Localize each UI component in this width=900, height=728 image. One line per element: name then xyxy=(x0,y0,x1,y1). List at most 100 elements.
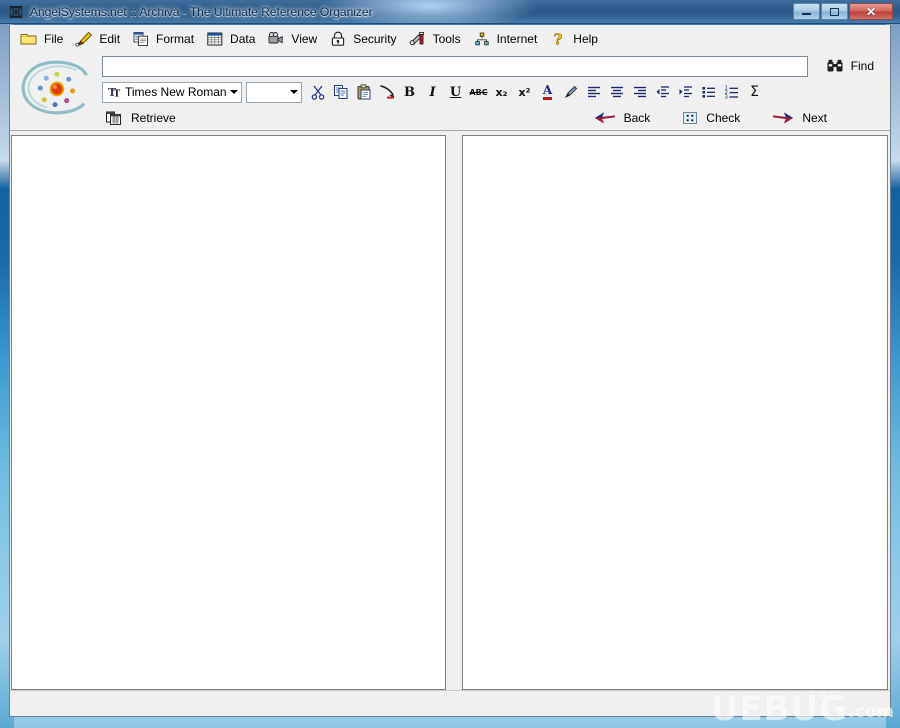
paint-format-icon xyxy=(379,85,394,99)
archiva-orbital-logo xyxy=(21,60,88,115)
strikethrough-button[interactable]: ABC xyxy=(467,81,490,103)
next-button[interactable]: Next xyxy=(769,107,834,129)
menu-item-format[interactable]: Format xyxy=(128,28,202,50)
paste-button[interactable] xyxy=(352,81,375,103)
highlighter-pen-icon xyxy=(564,85,577,99)
menu-label-internet: Internet xyxy=(496,31,538,46)
next-label: Next xyxy=(802,111,827,125)
arrow-left-icon xyxy=(594,112,615,124)
retrieve-records-icon xyxy=(106,111,121,125)
font-letter-icon: T T xyxy=(108,86,121,100)
indent-increase-button[interactable] xyxy=(674,81,697,103)
find-label: Find xyxy=(850,59,874,73)
italic-button[interactable]: I xyxy=(421,81,444,103)
copy-icon xyxy=(333,85,347,99)
underline-icon: U xyxy=(449,84,462,100)
bold-button[interactable]: B xyxy=(398,81,421,103)
sum-button[interactable]: Σ xyxy=(743,81,766,103)
minimize-button[interactable] xyxy=(793,3,820,20)
archiva-app-icon xyxy=(9,5,23,18)
underline-button[interactable]: U xyxy=(444,81,467,103)
chevron-down-icon[interactable] xyxy=(226,83,241,102)
indent-increase-icon xyxy=(679,86,692,98)
bold-icon: B xyxy=(404,84,415,100)
italic-icon: I xyxy=(429,84,436,100)
subscript-icon: x₂ xyxy=(495,85,508,99)
video-camera-icon xyxy=(268,31,284,43)
indent-decrease-button[interactable] xyxy=(651,81,674,103)
font-color-a-icon: A xyxy=(542,84,553,100)
subscript-button[interactable]: x₂ xyxy=(490,81,513,103)
format-painter-button[interactable] xyxy=(375,81,398,103)
align-right-button[interactable] xyxy=(628,81,651,103)
svg-text:?: ? xyxy=(554,31,563,47)
menu-item-data[interactable]: Data xyxy=(202,28,263,50)
back-button[interactable]: Back xyxy=(591,107,658,129)
indent-decrease-icon xyxy=(656,86,669,98)
retrieve-label: Retrieve xyxy=(131,111,176,125)
title-bar[interactable]: AngelSystems.net :: Archiva - The Ultima… xyxy=(0,0,900,24)
font-color-button[interactable]: A xyxy=(536,81,559,103)
cut-button[interactable] xyxy=(306,81,329,103)
menu-item-file[interactable]: File xyxy=(16,28,71,50)
chevron-down-icon[interactable] xyxy=(286,83,301,102)
menu-label-security: Security xyxy=(353,31,397,46)
maximize-icon xyxy=(830,7,839,16)
font-name-value: Times New Roman xyxy=(125,85,226,99)
format-toolbar: T T Times New Roman B I U ABC x₂ x² A 1 … xyxy=(102,80,766,104)
bullet-list-button[interactable] xyxy=(697,81,720,103)
folder-icon xyxy=(20,33,37,44)
font-size-dropdown[interactable] xyxy=(246,81,302,103)
align-center-icon xyxy=(610,86,623,98)
menu-label-tools: Tools xyxy=(432,31,461,46)
font-name-dropdown[interactable]: T T Times New Roman xyxy=(102,81,242,103)
menu-item-internet[interactable]: Internet xyxy=(469,28,546,50)
svg-text:3: 3 xyxy=(724,94,727,100)
padlock-icon xyxy=(332,31,345,46)
document-workspace xyxy=(10,131,890,690)
copy-button[interactable] xyxy=(329,81,352,103)
numbered-list-icon: 1 2 3 xyxy=(724,86,738,100)
menu-label-data: Data xyxy=(230,31,256,46)
check-button[interactable]: Check xyxy=(679,107,747,129)
superscript-button[interactable]: x² xyxy=(513,81,536,103)
window-frame: AngelSystems.net :: Archiva - The Ultima… xyxy=(0,0,900,728)
right-document-pane[interactable] xyxy=(462,135,888,690)
menu-item-view[interactable]: View xyxy=(263,28,325,50)
svg-text:T: T xyxy=(114,90,121,100)
menu-label-help: Help xyxy=(573,31,598,46)
numbered-list-button[interactable]: 1 2 3 xyxy=(720,81,743,103)
menu-label-edit: Edit xyxy=(99,31,121,46)
sigma-sum-icon: Σ xyxy=(750,84,759,100)
menu-item-help[interactable]: ? Help xyxy=(545,28,606,50)
find-button[interactable]: Find xyxy=(820,55,880,77)
menu-item-tools[interactable]: Tools xyxy=(405,28,469,50)
retrieve-button[interactable]: Retrieve xyxy=(102,107,183,129)
scissors-icon xyxy=(311,85,324,100)
menu-item-edit[interactable]: Edit xyxy=(71,28,128,50)
maximize-button[interactable] xyxy=(821,3,848,20)
pane-divider[interactable] xyxy=(446,135,462,690)
align-right-icon xyxy=(633,86,646,98)
align-left-icon xyxy=(587,86,600,98)
left-document-pane[interactable] xyxy=(11,135,446,690)
table-grid-icon xyxy=(207,32,223,45)
strikethrough-abc-icon: ABC xyxy=(469,87,488,97)
binoculars-icon xyxy=(827,59,843,72)
menu-label-file: File xyxy=(44,31,64,46)
highlight-button[interactable] xyxy=(559,81,582,103)
align-center-button[interactable] xyxy=(605,81,628,103)
align-left-button[interactable] xyxy=(582,81,605,103)
status-bar xyxy=(10,690,890,716)
pencil-brush-icon xyxy=(75,31,93,47)
close-button[interactable]: ✕ xyxy=(849,3,893,20)
back-label: Back xyxy=(623,111,651,125)
navigation-right-group: Back Check Next xyxy=(591,107,886,129)
menu-bar: File Edit Format Data View Security Tool… xyxy=(10,25,890,52)
menu-item-security[interactable]: Security xyxy=(325,28,404,50)
menu-label-format: Format xyxy=(156,31,195,46)
grid-dots-icon xyxy=(683,112,698,124)
close-icon: ✕ xyxy=(865,4,877,19)
toolbar-zone: Find T T Times New Roman B I U ABC x₂ x²… xyxy=(10,52,890,131)
search-input[interactable] xyxy=(102,55,808,77)
